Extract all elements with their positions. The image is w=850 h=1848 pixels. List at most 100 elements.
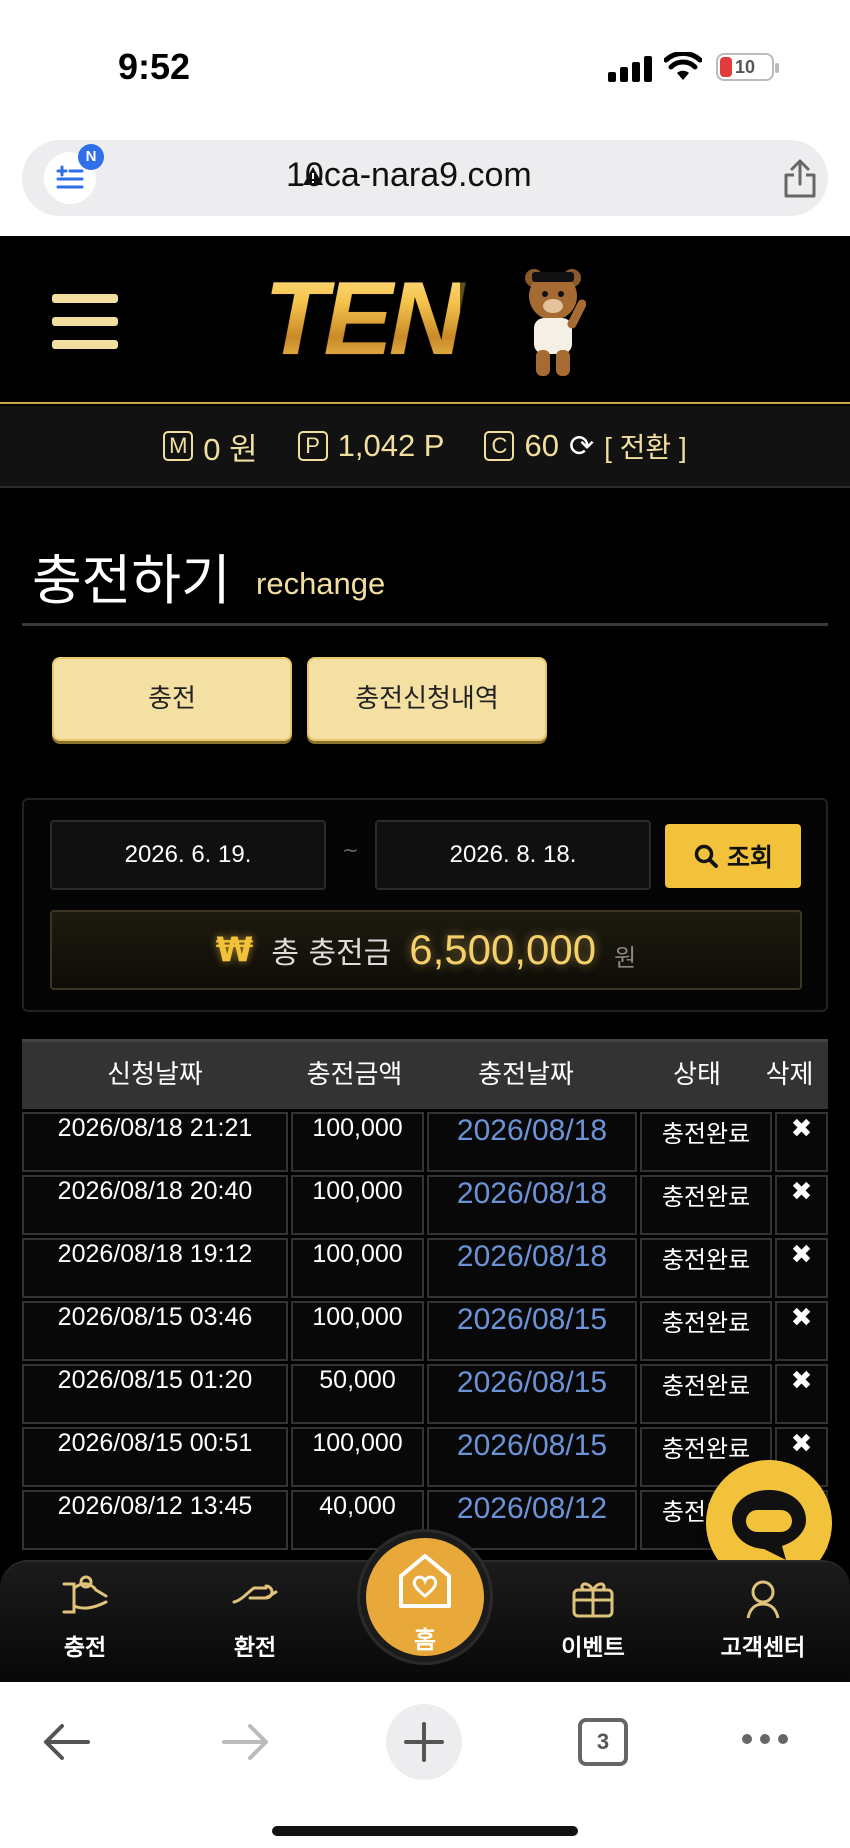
new-tab-button[interactable] — [386, 1704, 462, 1780]
header-charge-date: 충전날짜 — [478, 1060, 574, 1090]
row-charge-date: 2026/08/15 — [427, 1364, 637, 1424]
coin-balance: 60 — [524, 428, 559, 463]
money-balance: 0 원 — [203, 431, 258, 467]
point-icon: P — [297, 431, 328, 461]
forward-arrow-icon[interactable] — [220, 1720, 272, 1764]
url-text: 10ca-nara9.com — [286, 156, 532, 194]
table-row: 2026/08/18 19:12 100,000 2026/08/18 충전완료 ✖ — [22, 1235, 828, 1298]
table-row: 2026/08/15 01:20 50,000 2026/08/15 충전완료 ✖ — [22, 1361, 828, 1424]
page-title: 충전하기 — [32, 549, 231, 612]
total-charge-summary: ₩ 총 충전금 6,500,000 원 — [50, 910, 802, 990]
row-request-date: 2026/08/18 20:40 — [22, 1175, 288, 1235]
battery-level: 10 — [734, 57, 756, 77]
search-button[interactable]: 조회 — [665, 824, 801, 888]
tabs-button[interactable]: 3 — [578, 1718, 628, 1766]
page-subtitle: rechange — [256, 566, 386, 601]
row-charge-date: 2026/08/18 — [427, 1238, 637, 1298]
row-request-date: 2026/08/15 00:51 — [22, 1427, 288, 1487]
end-date-input[interactable]: 2026. 8. 18. — [375, 820, 651, 890]
money-icon: M — [163, 431, 194, 461]
bear-mascot-icon — [525, 269, 586, 376]
search-label: 조회 — [726, 843, 773, 872]
home-heart-icon — [399, 1554, 451, 1608]
row-charge-date: 2026/08/15 — [427, 1427, 637, 1487]
clock: 9:52 — [118, 46, 191, 87]
nav-charge[interactable]: 충전 — [20, 1562, 150, 1662]
reader-mode-button[interactable]: N — [44, 144, 104, 204]
row-delete-button[interactable]: ✖ — [775, 1364, 828, 1424]
notification-badge: N — [78, 144, 104, 170]
search-icon — [694, 844, 718, 868]
coin-icon: C — [484, 431, 515, 461]
nav-support-label: 고객센터 — [720, 1635, 806, 1661]
plus-icon — [404, 1722, 444, 1762]
browser-address-area: N 10ca-nara9.com — [0, 140, 850, 236]
balance-bar: M 0 원 P 1,042 P C 60 ⟳ [ 전환 ] — [0, 406, 850, 488]
address-bar[interactable]: N 10ca-nara9.com — [22, 140, 828, 216]
row-status: 충전완료 — [640, 1112, 772, 1172]
home-indicator — [272, 1826, 578, 1836]
share-icon[interactable] — [782, 158, 818, 198]
nav-support[interactable]: 고객센터 — [698, 1562, 828, 1662]
gift-icon — [572, 1582, 614, 1618]
table-row: 2026/08/18 20:40 100,000 2026/08/18 충전완료 ✖ — [22, 1172, 828, 1235]
total-charge-label: 총 충전금 — [271, 936, 392, 971]
row-delete-button[interactable]: ✖ — [775, 1238, 828, 1298]
nav-exchange[interactable]: 환전 — [190, 1562, 320, 1662]
row-request-date: 2026/08/15 01:20 — [22, 1364, 288, 1424]
row-delete-button[interactable]: ✖ — [775, 1175, 828, 1235]
row-charge-date: 2026/08/15 — [427, 1301, 637, 1361]
row-status: 충전완료 — [640, 1301, 772, 1361]
row-amount: 100,000 — [291, 1112, 424, 1172]
row-charge-date: 2026/08/18 — [427, 1175, 637, 1235]
nav-event-label: 이벤트 — [561, 1635, 625, 1661]
wifi-icon — [664, 52, 702, 80]
site-logo[interactable]: TEN — [264, 260, 464, 379]
charge-hand-icon — [62, 1575, 108, 1614]
point-balance: 1,042 P — [337, 428, 445, 463]
nav-charge-label: 충전 — [63, 1635, 107, 1661]
row-amount: 100,000 — [291, 1175, 424, 1235]
nav-event[interactable]: 이벤트 — [528, 1562, 658, 1662]
row-status: 충전완료 — [640, 1238, 772, 1298]
row-delete-button[interactable]: ✖ — [775, 1112, 828, 1172]
tab-charge[interactable]: 충전 — [52, 657, 292, 741]
tab-charge-history[interactable]: 충전신청내역 — [307, 657, 547, 741]
header-delete: 삭제 — [765, 1060, 814, 1090]
header-status: 상태 — [673, 1060, 721, 1090]
row-delete-button[interactable]: ✖ — [775, 1301, 828, 1361]
row-request-date: 2026/08/15 03:46 — [22, 1301, 288, 1361]
switch-button[interactable]: [ 전환 ] — [604, 426, 687, 466]
table-row: 2026/08/18 21:21 100,000 2026/08/18 충전완료 ✖ — [22, 1109, 828, 1172]
more-menu-icon[interactable] — [742, 1734, 788, 1744]
status-bar: 9:52 10 — [0, 0, 850, 140]
nav-home-label: 홈 — [413, 1626, 437, 1654]
total-charge-unit: 원 — [614, 943, 637, 972]
exchange-hand-icon — [232, 1584, 278, 1604]
hamburger-menu-button[interactable] — [52, 294, 118, 350]
back-arrow-icon[interactable] — [40, 1720, 92, 1764]
won-icon: ₩ — [215, 930, 254, 970]
start-date-input[interactable]: 2026. 6. 19. — [50, 820, 326, 890]
row-charge-date: 2026/08/18 — [427, 1112, 637, 1172]
total-charge-amount: 6,500,000 — [409, 926, 597, 973]
header-amount: 충전금액 — [306, 1060, 403, 1090]
title-divider — [22, 623, 828, 626]
refresh-icon[interactable]: ⟳ — [569, 429, 594, 464]
row-request-date: 2026/08/12 13:45 — [22, 1490, 288, 1550]
date-filter-panel: 2026. 6. 19. ~ 2026. 8. 18. 조회 ₩ 총 충전금 6… — [22, 798, 828, 1012]
row-request-date: 2026/08/18 21:21 — [22, 1112, 288, 1172]
browser-toolbar: 3 — [0, 1682, 850, 1848]
site-header: TEN — [0, 236, 850, 404]
cellular-signal-icon — [608, 56, 652, 82]
nav-exchange-label: 환전 — [233, 1635, 277, 1661]
row-request-date: 2026/08/18 19:12 — [22, 1238, 288, 1298]
support-agent-icon — [746, 1580, 780, 1619]
date-separator: ~ — [342, 838, 359, 862]
row-amount: 100,000 — [291, 1238, 424, 1298]
row-status: 충전완료 — [640, 1364, 772, 1424]
row-amount: 50,000 — [291, 1364, 424, 1424]
nav-home[interactable]: 홈 — [360, 1532, 490, 1662]
battery-icon: 10 — [716, 53, 779, 81]
row-amount: 100,000 — [291, 1301, 424, 1361]
